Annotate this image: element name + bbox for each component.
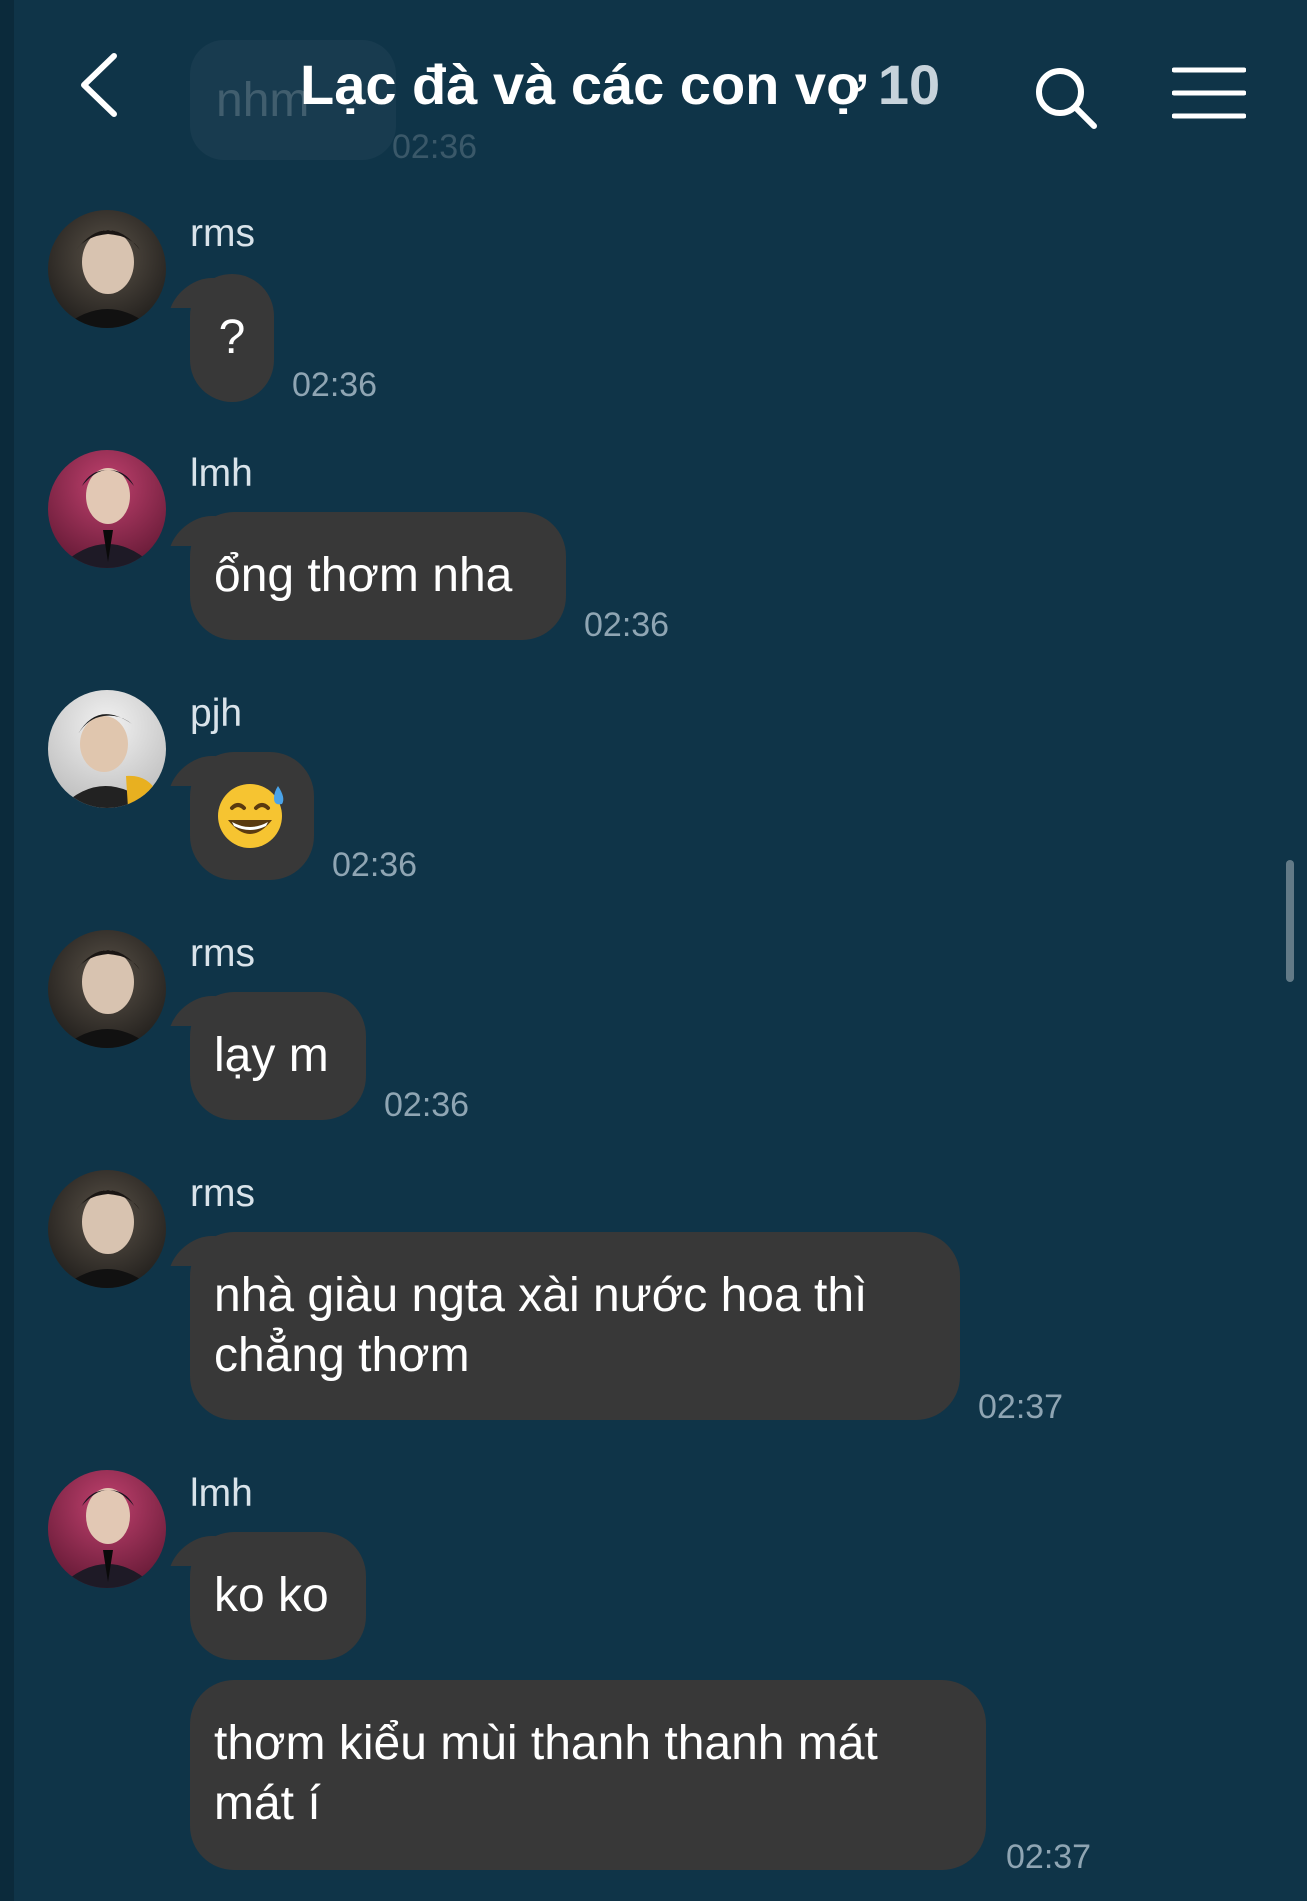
message-text: lạy m [214,1029,329,1082]
hamburger-menu-icon[interactable] [1172,64,1246,122]
left-edge-strip [0,0,14,1901]
sender-name: lmh [190,452,253,495]
avatar[interactable] [48,690,166,808]
message-bubble[interactable]: ko ko [190,1532,366,1660]
chat-name: Lạc đà và các con vợ [300,53,866,116]
avatar[interactable] [48,1470,166,1588]
message-bubble[interactable]: nhà giàu ngta xài nước hoa thì chẳng thơ… [190,1232,960,1420]
chat-title: Lạc đà và các con vợ 10 [300,50,940,120]
message-time: 02:36 [292,366,378,404]
message-bubble[interactable]: ổng thơm nha [190,512,566,640]
sender-name: rms [190,212,255,255]
message-time: 02:36 [584,606,670,644]
scrollbar-thumb[interactable] [1286,860,1294,982]
sender-name: pjh [190,692,243,735]
member-count: 10 [877,53,941,116]
ghost-text: nhm [216,73,310,127]
message-text: thơm kiểu mùi thanh thanh mát mát í [214,1717,878,1830]
avatar[interactable] [48,930,166,1048]
message-bubble[interactable]: 😅 [190,752,314,880]
chat-header: nhm 02:36 Lạc đà và các con vợ 10 [0,0,1307,166]
avatar[interactable] [48,450,166,568]
sender-name: rms [190,932,255,975]
ghost-time: 02:36 [392,128,478,166]
message-text: nhà giàu ngta xài nước hoa thì chẳng thơ… [214,1269,868,1382]
grinning-sweat-emoji-icon [218,784,284,848]
message-bubble[interactable]: thơm kiểu mùi thanh thanh mát mát í [190,1680,986,1870]
message-time: 02:36 [384,1086,470,1124]
chevron-left-icon[interactable] [70,50,130,120]
message-time: 02:37 [978,1388,1064,1426]
message-bubble[interactable]: ? [190,274,274,402]
message-text: ổng thơm nha [214,549,513,602]
message-time: 02:36 [332,846,418,884]
avatar[interactable] [48,210,166,328]
avatar[interactable] [48,1170,166,1288]
search-icon[interactable] [1032,64,1098,130]
message-text: ? [218,311,246,364]
message-time: 02:37 [1006,1838,1092,1876]
message-bubble[interactable]: lạy m [190,992,366,1120]
sender-name: rms [190,1172,255,1215]
message-text: ko ko [214,1569,329,1622]
sender-name: lmh [190,1472,253,1515]
